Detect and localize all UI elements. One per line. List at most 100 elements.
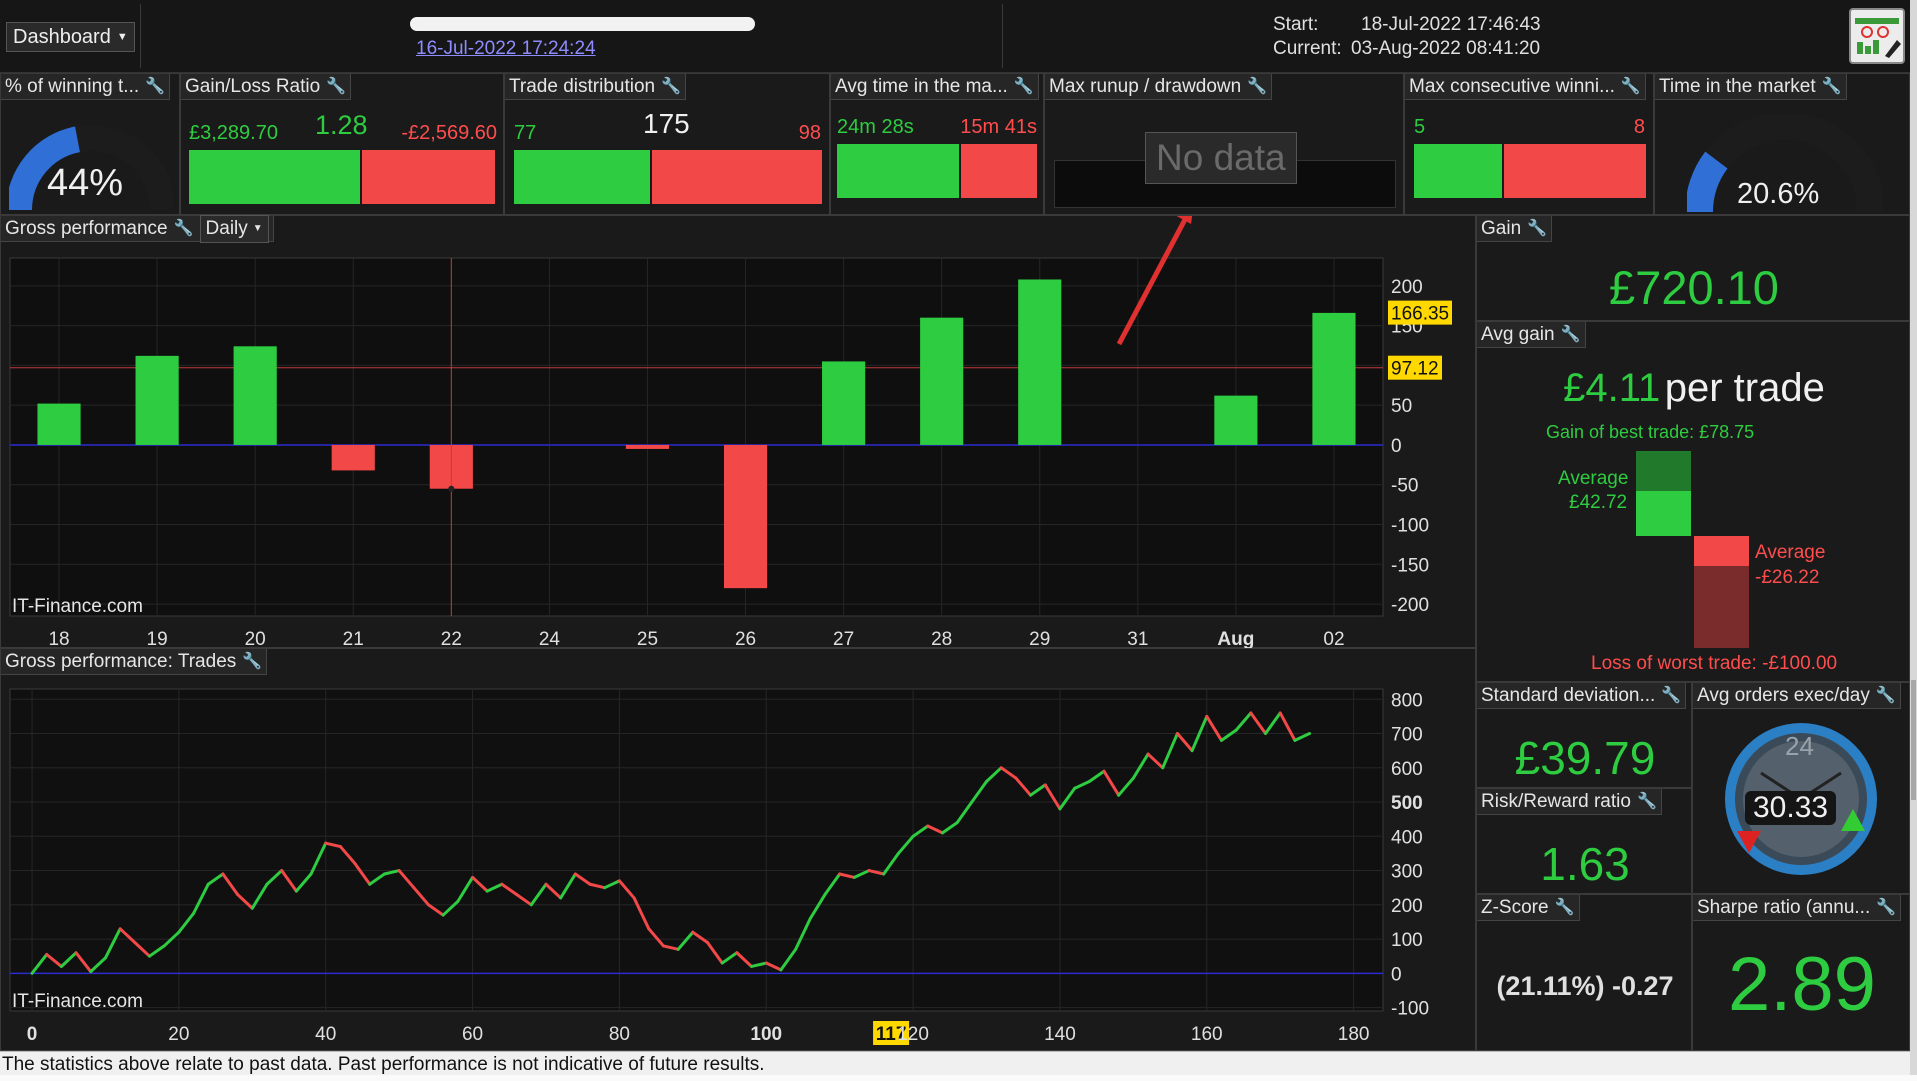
bar <box>723 444 768 589</box>
x-tick-label: 20 <box>168 1024 189 1045</box>
bar <box>1214 395 1258 445</box>
widget-title-bar: Standard deviation... 🔧 <box>1477 683 1687 709</box>
bar <box>625 444 670 449</box>
gross-trades-chart[interactable]: 800 700 600 500 400 300 200 100 0 -100 0 20 40 60 80 10… <box>1 649 1477 1052</box>
widget-title: Standard deviation... <box>1481 684 1656 706</box>
risk-reward-value: 1.63 <box>1540 838 1630 890</box>
consecutive-wins-bar <box>1414 144 1502 198</box>
wrench-icon[interactable]: 🔧 <box>1876 683 1896 709</box>
avg-loss-value: -£26.22 <box>1755 567 1820 588</box>
time-in-market-widget: Time in the market 🔧 20.6% <box>1654 73 1910 215</box>
wrench-icon[interactable]: 🔧 <box>661 74 681 100</box>
wrench-icon[interactable]: 🔧 <box>1621 74 1641 100</box>
x-tick-label: 24 <box>539 629 561 649</box>
losing-trades-bar <box>652 150 822 204</box>
avg-time-widget: Avg time in the ma... 🔧 24m 28s 15m 41s <box>830 73 1044 215</box>
widget-title: Avg time in the ma... <box>835 75 1008 97</box>
x-tick-label: 180 <box>1338 1024 1370 1045</box>
risk-reward-widget: Risk/Reward ratio 🔧 1.63 <box>1476 788 1692 894</box>
gross-performance-daily-panel: Gross performance 🔧 Daily ▼ 18 19 20 21 22 24… <box>0 214 1477 649</box>
y-tick-label: 0 <box>1391 436 1402 457</box>
watermark: IT-Finance.com <box>12 596 143 617</box>
y-tick-label: 50 <box>1391 396 1412 417</box>
winning-trades-bar <box>514 150 650 204</box>
current-label: Current: <box>1273 38 1342 59</box>
loss-bar <box>362 150 495 204</box>
wrench-icon[interactable]: 🔧 <box>1876 895 1896 921</box>
x-tick-label: 18 <box>48 629 69 649</box>
wrench-icon[interactable]: 🔧 <box>1527 216 1547 242</box>
std-dev-widget: Standard deviation... 🔧 £39.79 <box>1476 682 1692 788</box>
chevron-down-icon: ▼ <box>116 31 128 43</box>
gain-value: £720.10 <box>1609 261 1779 314</box>
x-tick-label: 28 <box>931 629 952 649</box>
widget-title: Z-Score <box>1481 896 1549 918</box>
avg-loss-time: 15m 41s <box>960 116 1037 138</box>
widget-title-bar: Gain/Loss Ratio 🔧 <box>181 74 352 100</box>
widget-title: Gain/Loss Ratio <box>185 75 321 97</box>
avg-win-time: 24m 28s <box>837 116 914 138</box>
settings-icon[interactable] <box>1849 8 1905 64</box>
y-tick-label: -200 <box>1391 595 1429 616</box>
best-trade-label: Gain of best trade: £78.75 <box>1546 422 1755 442</box>
scrollbar-thumb[interactable] <box>1911 680 1916 800</box>
x-tick-label: 22 <box>441 629 462 649</box>
value-label-high: 166.35 <box>1391 304 1449 325</box>
wrench-icon[interactable]: 🔧 <box>326 74 346 100</box>
widget-title: Time in the market <box>1659 75 1816 97</box>
header-bar <box>0 0 1917 73</box>
no-data-label: No data <box>1145 132 1297 184</box>
wrench-icon[interactable]: 🔧 <box>1247 74 1267 100</box>
wrench-icon[interactable]: 🔧 <box>1661 683 1681 709</box>
crosshair-point <box>448 485 455 492</box>
wrench-icon[interactable]: 🔧 <box>145 74 165 100</box>
losing-trades-count: 98 <box>798 122 821 144</box>
avg-win-value: £42.72 <box>1569 492 1628 513</box>
footer-bar: The statistics above relate to past data… <box>0 1051 1910 1075</box>
y-tick-label: 800 <box>1391 690 1423 711</box>
avg-gain-value: £4.11 <box>1563 366 1661 410</box>
widget-title-bar: Z-Score 🔧 <box>1477 895 1580 921</box>
trade-distribution-widget: Trade distribution 🔧 77 175 98 <box>504 73 830 215</box>
gross-daily-chart[interactable]: 181920212224252627282931Aug0220015010050… <box>1 216 1477 649</box>
dashboard-label: Dashboard <box>13 26 111 48</box>
worst-trade-label: Loss of worst trade: -£100.00 <box>1591 653 1838 674</box>
loss-total: -£2,569.60 <box>401 122 497 144</box>
y-tick-label: 200 <box>1391 896 1423 917</box>
x-tick-label: 27 <box>833 629 854 649</box>
gain-total: £3,289.70 <box>189 122 278 144</box>
wrench-icon[interactable]: 🔧 <box>1637 789 1657 815</box>
widget-title-bar: Risk/Reward ratio 🔧 <box>1477 789 1662 815</box>
wrench-icon[interactable]: 🔧 <box>1014 74 1034 100</box>
winning-value: 44% <box>47 162 124 204</box>
wrench-icon[interactable]: 🔧 <box>1561 322 1581 348</box>
current-value: 03-Aug-2022 08:41:20 <box>1351 38 1541 59</box>
start-value: 18-Jul-2022 17:46:43 <box>1361 14 1541 35</box>
wrench-icon[interactable]: 🔧 <box>1555 895 1575 921</box>
y-tick-label: 0 <box>1391 964 1402 985</box>
avg-win-bar <box>1636 491 1691 536</box>
avg-win-label: Average <box>1558 468 1629 489</box>
sharpe-value: 2.89 <box>1728 942 1876 1027</box>
dashboard-dropdown[interactable]: Dashboard ▼ <box>6 22 135 52</box>
gain-widget: Gain 🔧 £720.10 <box>1476 215 1910 321</box>
std-dev-value: £39.79 <box>1514 732 1656 784</box>
vertical-scrollbar[interactable] <box>1910 0 1917 1081</box>
avg-orders-value: 30.33 <box>1745 791 1837 825</box>
y-tick-label: -150 <box>1391 555 1429 576</box>
plot-area <box>9 257 1384 617</box>
value-label-ref: 97.12 <box>1391 359 1439 380</box>
widget-title: Sharpe ratio (annu... <box>1697 896 1871 918</box>
x-tick-label: 120 <box>897 1024 929 1045</box>
y-tick-label: -100 <box>1391 516 1429 537</box>
widget-title-bar: Avg time in the ma... 🔧 <box>831 74 1039 100</box>
bottom-strip <box>0 1075 1917 1081</box>
gross-performance-trades-panel: Gross performance: Trades 🔧 800 700 600 500… <box>0 648 1476 1051</box>
x-tick-label: 19 <box>147 629 168 649</box>
wrench-icon[interactable]: 🔧 <box>1822 74 1842 100</box>
bar <box>1312 312 1356 445</box>
x-tick-label: 26 <box>735 629 756 649</box>
date-link[interactable]: 16-Jul-2022 17:24:24 <box>416 38 596 60</box>
bar <box>233 346 277 445</box>
header-divider-2 <box>1002 4 1003 68</box>
